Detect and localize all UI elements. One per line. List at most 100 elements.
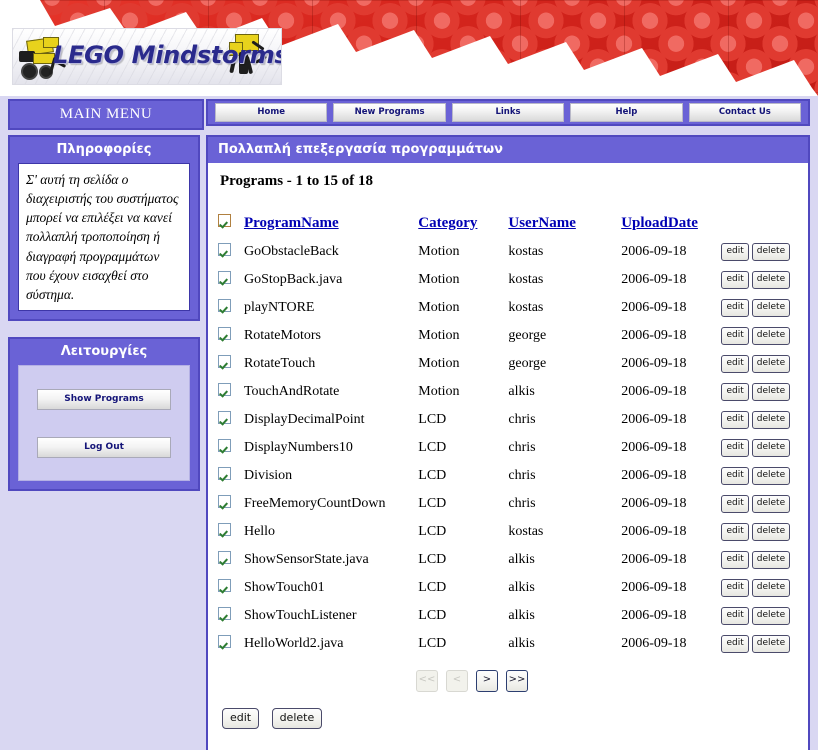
sort-link-programname[interactable]: ProgramName <box>244 215 339 231</box>
row-checkbox[interactable] <box>218 243 231 256</box>
row-checkbox[interactable] <box>218 635 231 648</box>
programname-text: playNTORE <box>243 300 315 315</box>
row-edit-button[interactable]: edit <box>721 243 749 261</box>
uploaddate-text: 2006-09-18 <box>621 636 687 651</box>
cell-uploaddate: 2006-09-18 <box>621 322 721 350</box>
uploaddate-text: 2006-09-18 <box>621 552 687 567</box>
row-edit-button[interactable]: edit <box>721 327 749 345</box>
pager-next[interactable]: > <box>476 670 498 692</box>
programname-text: ShowTouch01 <box>243 580 325 595</box>
sort-link-uploaddate[interactable]: UploadDate <box>621 215 698 231</box>
cell-uploaddate: 2006-09-18 <box>621 294 721 322</box>
row-edit-button[interactable]: edit <box>721 467 749 485</box>
pager-last[interactable]: >> <box>506 670 528 692</box>
row-delete-button[interactable]: delete <box>751 523 791 541</box>
row-checkbox[interactable] <box>218 495 231 508</box>
row-delete-button[interactable]: delete <box>751 495 791 513</box>
row-edit-button[interactable]: edit <box>721 271 749 289</box>
nav-button-help[interactable]: Help <box>570 103 683 122</box>
username-text: chris <box>508 412 536 427</box>
category-text: LCD <box>418 524 447 539</box>
category-text: Motion <box>418 244 460 259</box>
table-row: RotateMotors Motion george 2006-09-18 edit de… <box>218 322 798 350</box>
bulk-actions: edit delete <box>218 696 798 729</box>
row-delete-button[interactable]: delete <box>751 439 791 457</box>
cell-username: chris <box>508 406 621 434</box>
cell-programname: playNTORE <box>244 294 418 322</box>
username-text: kostas <box>508 300 544 315</box>
pager-first: << <box>416 670 438 692</box>
cell-uploaddate: 2006-09-18 <box>621 546 721 574</box>
nav-button-new-programs[interactable]: New Programs <box>333 103 446 122</box>
row-checkbox[interactable] <box>218 271 231 284</box>
row-edit-button[interactable]: edit <box>721 439 749 457</box>
category-text: LCD <box>418 468 447 483</box>
cell-category: LCD <box>418 546 508 574</box>
category-text: Motion <box>418 300 460 315</box>
programname-text: ShowTouchListener <box>243 608 357 623</box>
row-checkbox[interactable] <box>218 551 231 564</box>
row-delete-button[interactable]: delete <box>751 579 791 597</box>
row-edit-button[interactable]: edit <box>721 299 749 317</box>
row-select-cell <box>218 266 244 294</box>
row-delete-button[interactable]: delete <box>751 271 791 289</box>
row-delete-button[interactable]: delete <box>751 355 791 373</box>
cell-username: chris <box>508 490 621 518</box>
sort-link-category[interactable]: Category <box>418 215 477 231</box>
row-delete-button[interactable]: delete <box>751 327 791 345</box>
pager-prev: < <box>446 670 468 692</box>
cell-username: kostas <box>508 518 621 546</box>
row-checkbox[interactable] <box>218 327 231 340</box>
cell-programname: GoObstacleBack <box>244 238 418 266</box>
row-delete-button[interactable]: delete <box>751 635 791 653</box>
row-edit-button[interactable]: edit <box>721 579 749 597</box>
row-checkbox[interactable] <box>218 439 231 452</box>
row-checkbox[interactable] <box>218 411 231 424</box>
row-delete-button[interactable]: delete <box>751 467 791 485</box>
row-checkbox[interactable] <box>218 607 231 620</box>
category-text: LCD <box>418 580 447 595</box>
row-edit-button[interactable]: edit <box>721 383 749 401</box>
row-checkbox[interactable] <box>218 467 231 480</box>
nav-button-home[interactable]: Home <box>215 103 328 122</box>
nav-button-links[interactable]: Links <box>451 103 565 122</box>
row-select-cell <box>218 434 244 462</box>
log-out-button[interactable]: Log Out <box>37 437 171 459</box>
nav-button-contact-us[interactable]: Contact Us <box>688 103 802 122</box>
uploaddate-text: 2006-09-18 <box>621 496 687 511</box>
row-checkbox[interactable] <box>218 355 231 368</box>
programname-text: RotateTouch <box>243 356 316 371</box>
row-select-cell <box>218 406 244 434</box>
bulk-edit-button[interactable]: edit <box>222 708 260 729</box>
category-text: Motion <box>418 328 460 343</box>
row-checkbox[interactable] <box>218 523 231 536</box>
row-checkbox[interactable] <box>218 383 231 396</box>
sort-link-username[interactable]: UserName <box>508 215 575 231</box>
row-delete-button[interactable]: delete <box>751 243 791 261</box>
row-edit-button[interactable]: edit <box>721 411 749 429</box>
table-row: ShowTouch01 LCD alkis 2006-09-18 edit delete <box>218 574 798 602</box>
row-edit-button[interactable]: edit <box>721 355 749 373</box>
row-checkbox[interactable] <box>218 579 231 592</box>
row-delete-button[interactable]: delete <box>751 551 791 569</box>
row-delete-button[interactable]: delete <box>751 607 791 625</box>
select-all-checkbox[interactable] <box>218 214 231 227</box>
row-delete-button[interactable]: delete <box>751 299 791 317</box>
row-edit-button[interactable]: edit <box>721 551 749 569</box>
row-checkbox[interactable] <box>218 299 231 312</box>
row-edit-button[interactable]: edit <box>721 635 749 653</box>
programname-text: GoObstacleBack <box>243 244 339 259</box>
row-delete-button[interactable]: delete <box>751 383 791 401</box>
show-programs-button[interactable]: Show Programs <box>37 389 171 411</box>
row-edit-button[interactable]: edit <box>721 607 749 625</box>
row-delete-button[interactable]: delete <box>751 411 791 429</box>
main-content-panel: Πολλαπλή επεξεργασία προγραμμάτων Progra… <box>206 135 810 750</box>
row-edit-button[interactable]: edit <box>721 523 749 541</box>
row-edit-button[interactable]: edit <box>721 495 749 513</box>
cell-username: alkis <box>508 378 621 406</box>
bulk-delete-button[interactable]: delete <box>271 708 323 729</box>
row-select-cell <box>218 322 244 350</box>
cell-category: LCD <box>418 406 508 434</box>
uploaddate-text: 2006-09-18 <box>621 524 687 539</box>
cell-username: kostas <box>508 266 621 294</box>
